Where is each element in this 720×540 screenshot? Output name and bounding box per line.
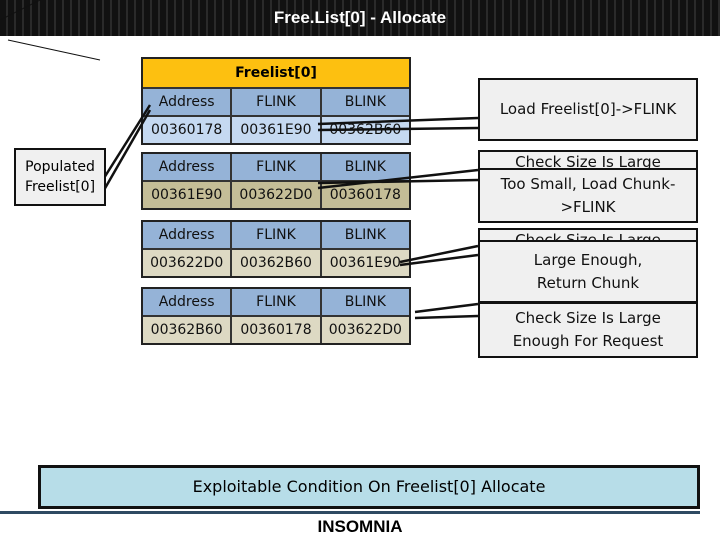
step-load-flink: Load Freelist[0]->FLINK: [478, 78, 698, 141]
footer-rule: [0, 511, 700, 514]
populated-freelist-callout: Populated Freelist[0]: [14, 148, 106, 206]
step-check-size: Check Size Is Large Enough For Request: [478, 302, 698, 358]
insomnia-logo: INSOMNIA: [317, 517, 403, 536]
step-large-enough: Large Enough, Return Chunk: [478, 240, 698, 303]
step-too-small: Too Small, Load Chunk->FLINK: [478, 168, 698, 223]
exploitable-condition-banner: Exploitable Condition On Freelist[0] All…: [38, 465, 700, 509]
